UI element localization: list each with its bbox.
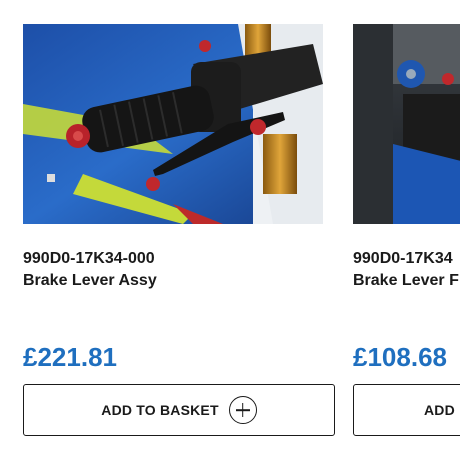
product-image[interactable] <box>353 24 460 224</box>
product-price: £108.68 <box>353 342 447 372</box>
product-price: £221.81 <box>23 342 117 372</box>
product-name[interactable]: Brake Lever F <box>353 270 460 292</box>
clutch-lever-photo <box>353 24 460 224</box>
add-to-basket-button[interactable]: ADD <box>353 384 460 436</box>
product-name[interactable]: Brake Lever Assy <box>23 270 323 292</box>
product-image[interactable] <box>23 24 323 224</box>
add-to-basket-label: ADD <box>424 402 455 418</box>
product-sku: 990D0-17K34-000 <box>23 250 155 267</box>
product-carousel: 990D0-17K34-000 Brake Lever Assy £221.81… <box>0 0 460 460</box>
product-sku: 990D0-17K34 <box>353 250 453 267</box>
product-card: 990D0-17K34 Brake Lever F £108.68 ADD <box>353 24 460 436</box>
add-to-basket-button[interactable]: ADD TO BASKET <box>23 384 335 436</box>
brake-lever-photo <box>23 24 323 224</box>
add-to-basket-label: ADD TO BASKET <box>101 402 219 418</box>
product-card: 990D0-17K34-000 Brake Lever Assy £221.81… <box>23 24 335 436</box>
plus-circle-icon <box>228 396 257 424</box>
